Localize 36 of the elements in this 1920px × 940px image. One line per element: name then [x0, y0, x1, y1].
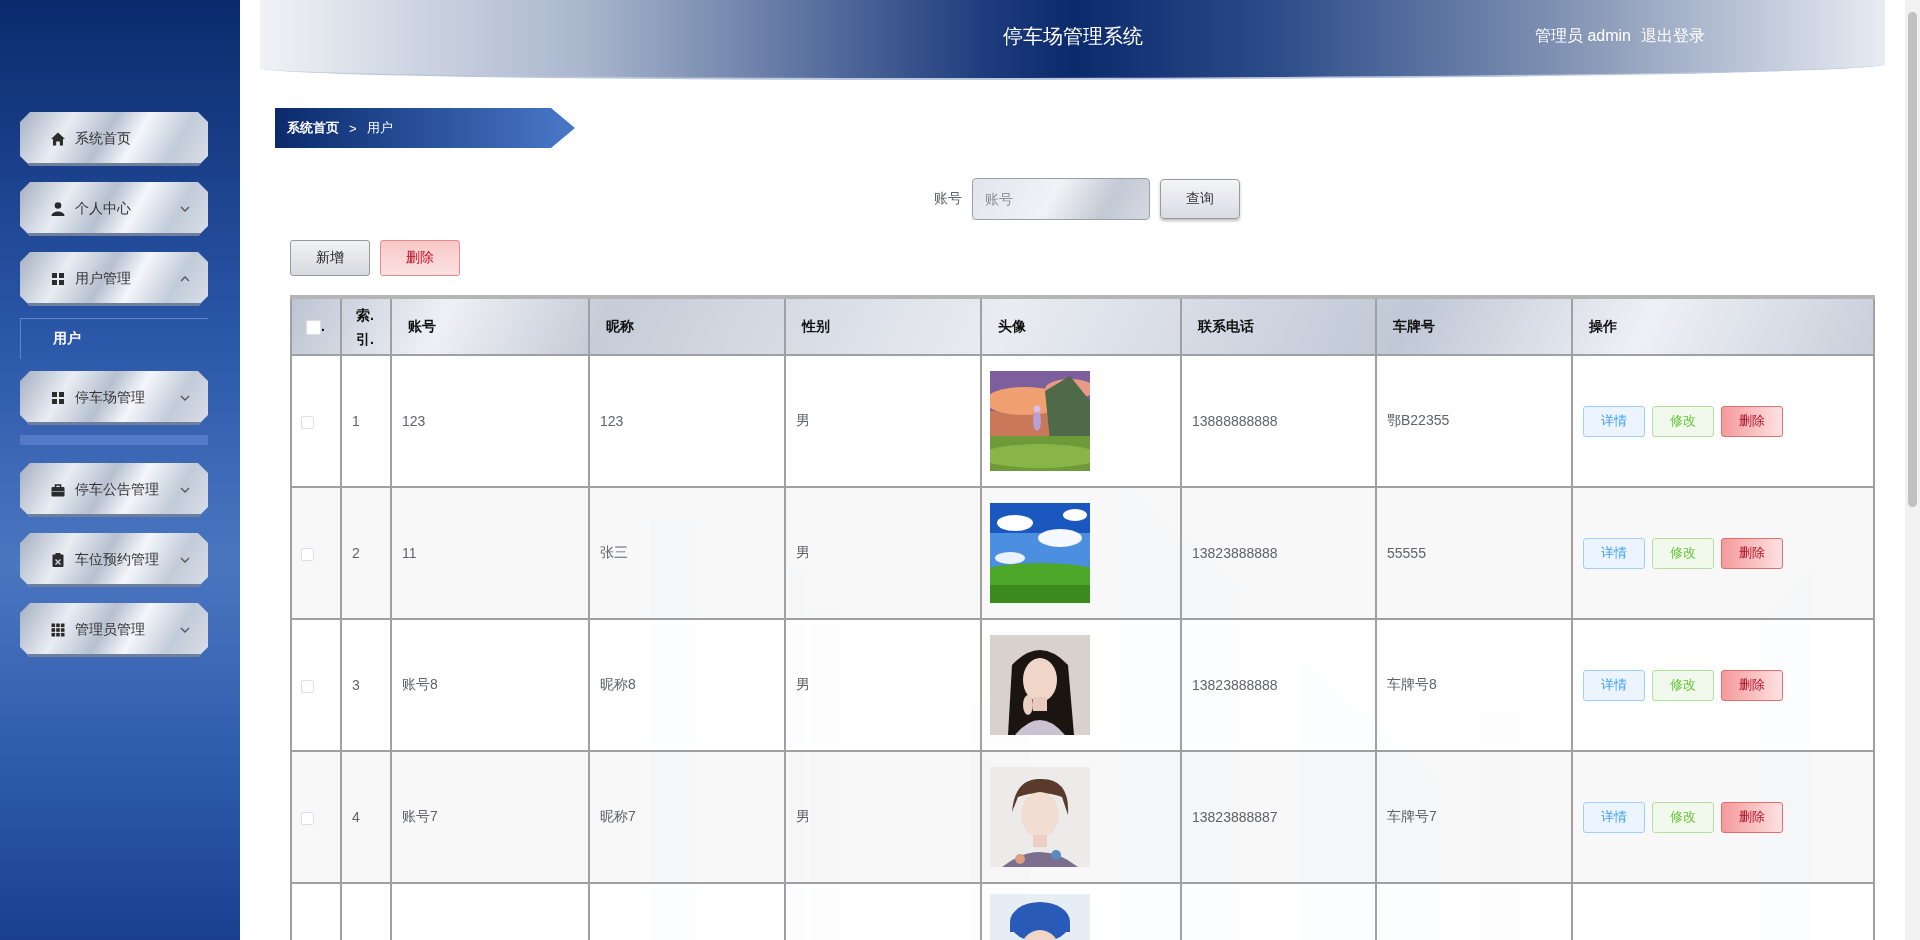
- checkbox[interactable]: [301, 547, 314, 561]
- checkbox[interactable]: [301, 679, 314, 693]
- breadcrumb-current: 用户: [366, 119, 393, 137]
- delete-button[interactable]: 删除: [1721, 537, 1783, 569]
- breadcrumb-separator: >: [349, 120, 357, 136]
- checkbox[interactable]: [306, 319, 321, 335]
- sidebar-item[interactable]: 个人中心: [20, 182, 208, 236]
- grid-icon: [50, 271, 66, 287]
- search-button[interactable]: 查询: [1159, 179, 1240, 219]
- breadcrumb-link[interactable]: 系统首页: [287, 119, 339, 137]
- column-header-text: .: [321, 318, 325, 335]
- user-icon: [50, 201, 66, 217]
- search-field[interactable]: 账号: [971, 178, 1150, 220]
- search-label: 账号: [933, 190, 962, 208]
- grid-icon: [50, 622, 66, 638]
- delete-button[interactable]: 删除: [380, 240, 460, 276]
- user-name: 管理员 admin: [1534, 25, 1631, 46]
- checkbox[interactable]: [301, 811, 314, 825]
- delete-button[interactable]: 删除: [1721, 405, 1783, 437]
- sidebar-item[interactable]: 车位预约管理: [20, 533, 208, 587]
- add-button[interactable]: 新增: [290, 240, 370, 276]
- sidebar-item[interactable]: 系统首页: [20, 112, 208, 166]
- sidebar-item[interactable]: 管理员管理: [20, 603, 208, 657]
- app-title: 停车场管理系统: [1002, 23, 1143, 49]
- delete-button[interactable]: 删除: [1721, 801, 1783, 833]
- sidebar-item[interactable]: 用户管理: [20, 252, 208, 306]
- sidebar-item[interactable]: 停车公告管理: [20, 463, 208, 517]
- briefcase-icon: [50, 482, 66, 498]
- submenu-item[interactable]: 用户: [21, 319, 81, 359]
- delete-button[interactable]: 删除: [1721, 669, 1783, 701]
- checkbox[interactable]: [301, 415, 314, 429]
- clipboard-icon: [50, 552, 66, 568]
- sidebar-item[interactable]: 停车场管理: [20, 371, 208, 425]
- grid-icon: [50, 390, 66, 406]
- home-icon: [50, 131, 66, 147]
- scrollbar-thumb[interactable]: [1908, 12, 1917, 507]
